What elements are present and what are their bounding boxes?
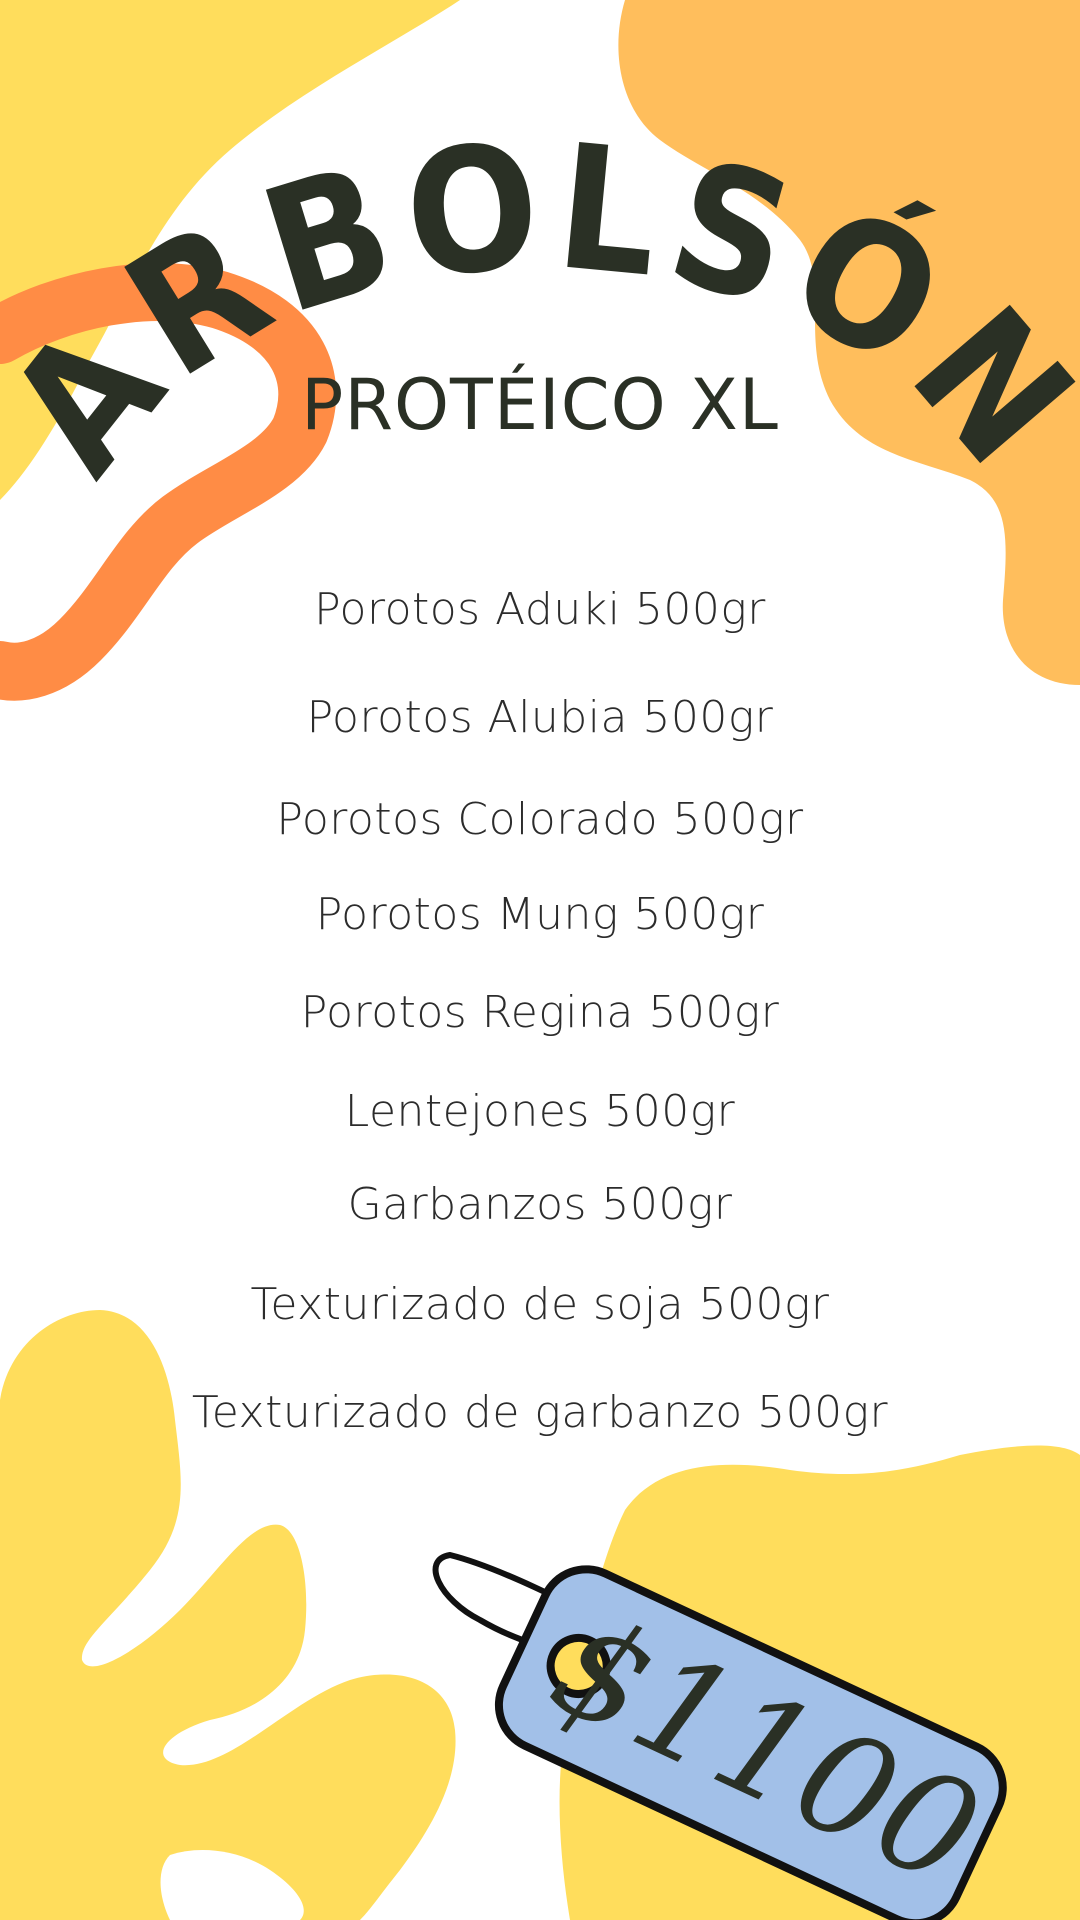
list-item: Texturizado de garbanzo 500gr — [191, 1387, 889, 1438]
list-item: Garbanzos 500gr — [347, 1179, 733, 1230]
price-label: $1100 — [529, 1582, 1002, 1918]
list-item: Porotos Mung 500gr — [315, 889, 765, 940]
list-item: Porotos Colorado 500gr — [276, 794, 804, 845]
price-tag: $1100 — [432, 1551, 1007, 1920]
poster: ARBOLSÓN PROTÉICO XL Porotos Aduki 500gr… — [0, 0, 1080, 1920]
list-item: Porotos Regina 500gr — [300, 987, 780, 1038]
list-item: Porotos Aduki 500gr — [314, 584, 766, 635]
list-item: Porotos Alubia 500gr — [306, 692, 774, 743]
list-item: Lentejones 500gr — [344, 1086, 736, 1137]
list-item: Texturizado de soja 500gr — [250, 1279, 830, 1330]
brand-subtitle: PROTÉICO XL — [301, 364, 779, 446]
